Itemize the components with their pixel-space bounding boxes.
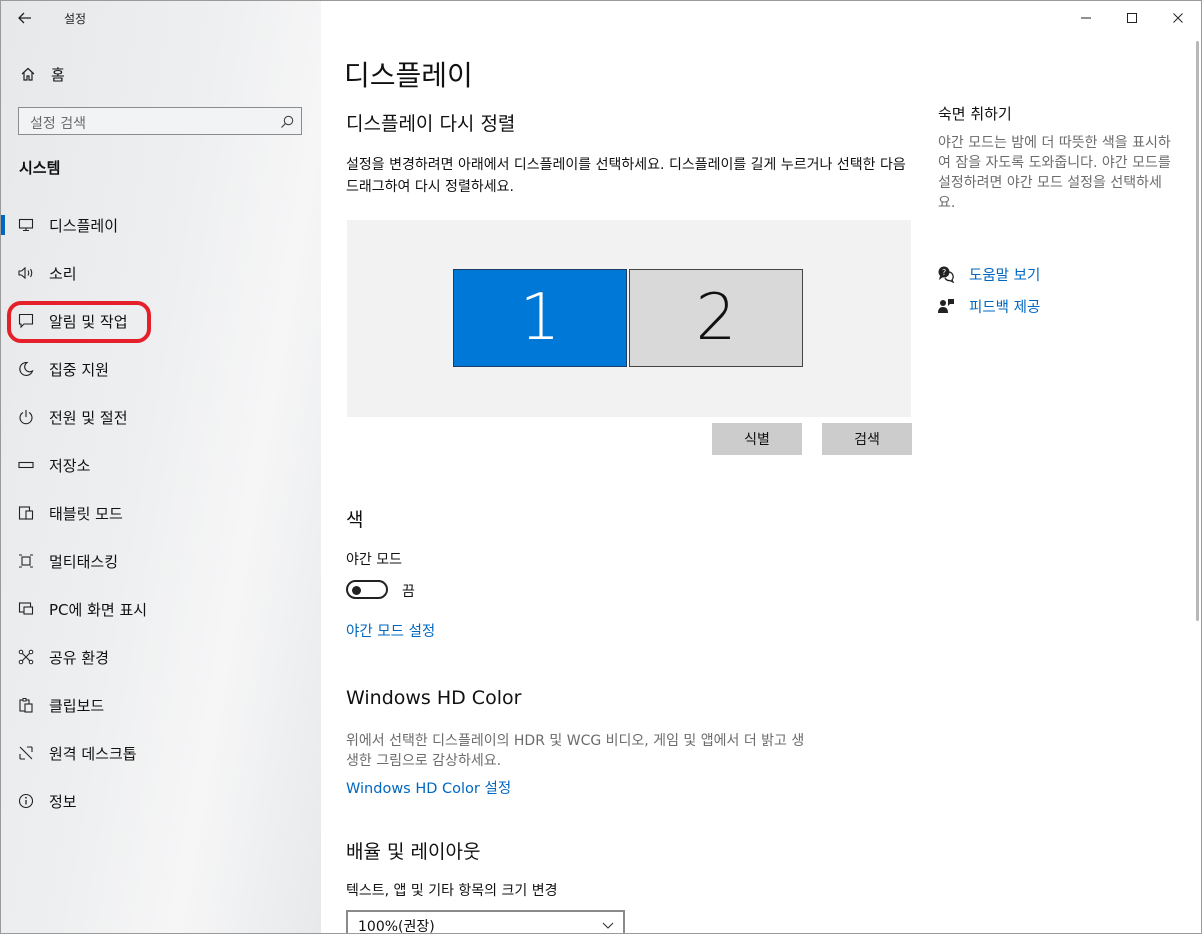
power-icon — [17, 408, 35, 426]
help-link-label: 도움말 보기 — [969, 267, 1041, 284]
night-mode-toggle[interactable] — [346, 580, 388, 599]
maximize-icon — [1127, 13, 1137, 23]
sidebar-item-sound[interactable]: 소리 — [1, 255, 321, 291]
sidebar-item-label: 원격 데스크톱 — [49, 745, 137, 763]
hdr-description: 위에서 선택한 디스플레이의 HDR 및 WCG 비디오, 게임 및 앱에서 더… — [346, 733, 805, 769]
sidebar-item-label: 디스플레이 — [49, 217, 119, 235]
app-title: 설정 — [64, 12, 87, 26]
sidebar-item-multitasking[interactable]: 멀티태스킹 — [1, 543, 321, 579]
home-label: 홈 — [51, 65, 65, 84]
highlight-annotation — [7, 301, 151, 343]
scale-size-label: 텍스트, 앱 및 기타 항목의 크기 변경 — [346, 883, 558, 899]
close-button[interactable] — [1155, 1, 1201, 35]
search-input[interactable]: 설정 검색 — [30, 113, 86, 133]
monitor-1[interactable]: 1 — [453, 269, 627, 367]
sidebar-item-label: 클립보드 — [49, 697, 105, 715]
sidebar-item-clipboard[interactable]: 클립보드 — [1, 687, 321, 723]
window-controls — [1063, 1, 1201, 35]
title-bar: 설정 — [1, 1, 321, 35]
remote-desktop-icon — [17, 744, 35, 762]
detect-button[interactable]: 검색 — [822, 423, 912, 455]
minimize-icon — [1081, 17, 1091, 19]
close-icon — [1173, 13, 1183, 23]
monitor-2[interactable]: 2 — [629, 269, 803, 367]
scale-heading: 배율 및 레이아웃 — [346, 841, 481, 863]
back-arrow-icon — [18, 12, 31, 24]
multitasking-icon — [17, 552, 35, 570]
sidebar-item-focus-assist[interactable]: 집중 지원 — [1, 351, 321, 387]
arrange-heading: 디스플레이 다시 정렬 — [346, 113, 516, 135]
clipboard-icon — [17, 696, 35, 714]
feedback-link[interactable]: 피드백 제공 — [936, 295, 1040, 317]
sidebar-item-tablet-mode[interactable]: 태블릿 모드 — [1, 495, 321, 531]
hdr-heading: Windows HD Color — [346, 687, 522, 709]
side-panel-title: 숙면 취하기 — [938, 105, 1012, 123]
page-title: 디스플레이 — [344, 59, 473, 92]
share-icon — [17, 648, 35, 666]
feedback-person-icon — [936, 296, 956, 316]
help-chat-icon: ? — [936, 264, 956, 284]
sidebar: 설정 홈 설정 검색 시스템 디스플레이 소리 알림 및 작업 집중 지원 전원… — [1, 1, 321, 933]
sidebar-item-label: 태블릿 모드 — [49, 505, 123, 523]
minimize-button[interactable] — [1063, 1, 1109, 35]
chevron-down-icon — [602, 922, 614, 929]
toggle-state: 끔 — [402, 584, 415, 600]
feedback-link-label: 피드백 제공 — [969, 299, 1041, 316]
night-mode-settings-link[interactable]: 야간 모드 설정 — [346, 620, 435, 641]
info-icon — [17, 792, 35, 810]
sidebar-item-shared-experiences[interactable]: 공유 환경 — [1, 639, 321, 675]
sidebar-item-power[interactable]: 전원 및 절전 — [1, 399, 321, 435]
project-icon — [17, 600, 35, 618]
help-link[interactable]: ? 도움말 보기 — [936, 263, 1040, 285]
monitor-icon — [17, 216, 35, 234]
scale-dropdown-value: 100%(권장) — [358, 919, 435, 934]
main-content: 디스플레이 디스플레이 다시 정렬 설정을 변경하려면 아래에서 디스플레이를 … — [322, 1, 1201, 933]
tablet-icon — [17, 504, 35, 522]
sidebar-item-home[interactable]: 홈 — [19, 63, 65, 85]
sidebar-item-project[interactable]: PC에 화면 표시 — [1, 591, 321, 627]
toggle-knob — [352, 585, 361, 595]
sidebar-item-label: 전원 및 절전 — [49, 409, 128, 427]
sidebar-item-remote-desktop[interactable]: 원격 데스크톱 — [1, 735, 321, 771]
moon-icon — [17, 360, 35, 378]
hdr-settings-link[interactable]: Windows HD Color 설정 — [346, 777, 511, 798]
sidebar-item-label: 멀티태스킹 — [49, 553, 119, 571]
sidebar-item-label: 소리 — [49, 265, 77, 283]
selection-indicator — [1, 215, 5, 235]
display-arrangement-area[interactable]: 1 2 — [347, 220, 911, 417]
back-button[interactable] — [13, 7, 37, 29]
settings-window: 설정 홈 설정 검색 시스템 디스플레이 소리 알림 및 작업 집중 지원 전원… — [0, 0, 1202, 934]
sidebar-item-label: 정보 — [49, 793, 77, 811]
speaker-icon — [17, 264, 35, 282]
sidebar-item-label: 저장소 — [49, 457, 91, 475]
side-panel-description: 야간 모드는 밤에 더 따뜻한 색을 표시하여 잠을 자도록 도와줍니다. 야간… — [938, 135, 1171, 211]
sidebar-item-label: 집중 지원 — [49, 361, 109, 379]
svg-text:?: ? — [942, 268, 946, 277]
section-title: 시스템 — [19, 159, 61, 177]
sidebar-item-display[interactable]: 디스플레이 — [1, 207, 321, 243]
sidebar-item-about[interactable]: 정보 — [1, 783, 321, 819]
color-heading: 색 — [346, 509, 364, 531]
sidebar-item-label: 공유 환경 — [49, 649, 109, 667]
search-icon[interactable] — [279, 114, 295, 130]
sidebar-item-label: PC에 화면 표시 — [49, 601, 148, 619]
storage-icon — [17, 456, 35, 474]
maximize-button[interactable] — [1109, 1, 1155, 35]
identify-button[interactable]: 식별 — [712, 423, 802, 455]
night-mode-label: 야간 모드 — [346, 552, 402, 568]
arrange-description: 설정을 변경하려면 아래에서 디스플레이를 선택하세요. 디스플레이를 길게 누… — [346, 157, 906, 195]
home-icon — [19, 65, 37, 83]
sidebar-item-storage[interactable]: 저장소 — [1, 447, 321, 483]
search-box[interactable]: 설정 검색 — [18, 107, 302, 135]
scrollbar[interactable] — [1196, 41, 1199, 621]
scale-dropdown[interactable]: 100%(권장) — [346, 910, 625, 934]
